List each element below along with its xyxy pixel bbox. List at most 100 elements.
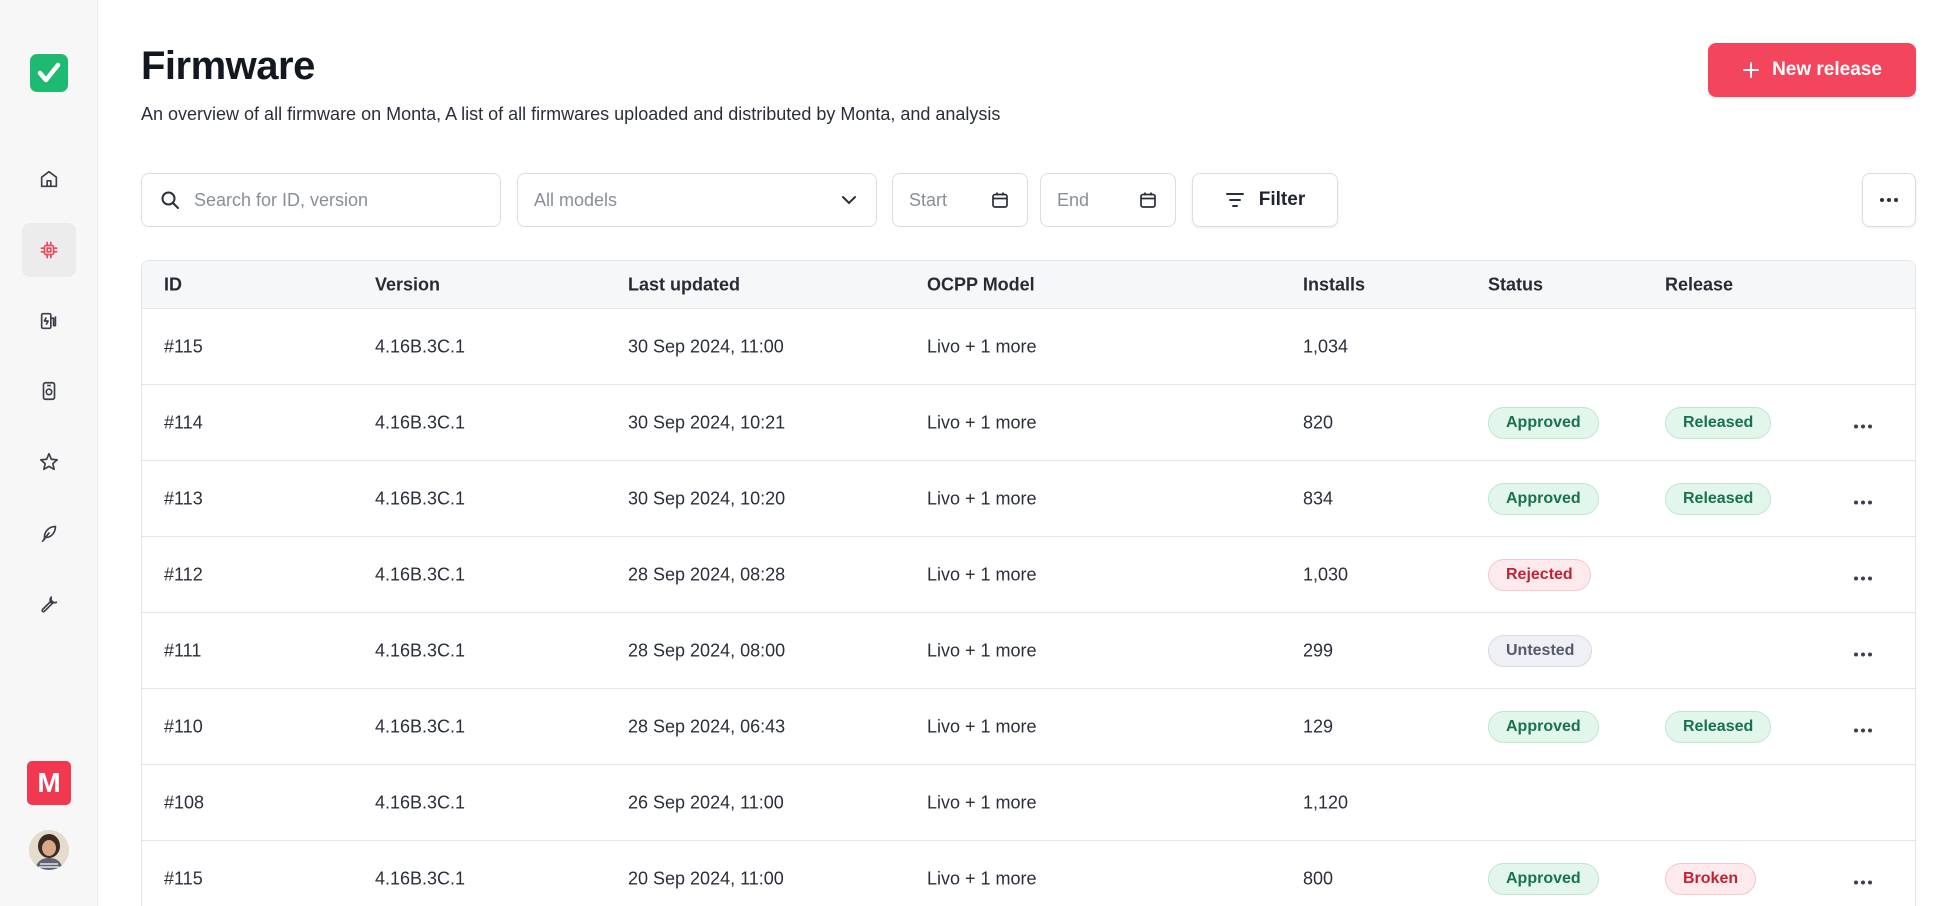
sidebar: M	[0, 0, 98, 906]
row-actions-button[interactable]	[1854, 412, 1872, 433]
header-version[interactable]: Version	[375, 274, 440, 295]
app-root: M Firmware An overview of all firmware o…	[0, 0, 1956, 906]
cell-last-updated: 30 Sep 2024, 10:20	[628, 488, 786, 508]
sidebar-item-favorites[interactable]	[22, 435, 76, 489]
filter-icon	[1225, 193, 1244, 207]
filter-label: Filter	[1258, 189, 1306, 210]
release-badge: Released	[1665, 710, 1772, 743]
table-row[interactable]: #112 4.16B.3C.1 28 Sep 2024, 08:28 Livo + 1…	[142, 537, 1915, 613]
wrench-icon	[41, 596, 58, 613]
brand-logo[interactable]: M	[27, 761, 71, 805]
status-badge: Approved	[1488, 482, 1599, 515]
cell-last-updated: 30 Sep 2024, 11:00	[628, 336, 784, 356]
table-row[interactable]: #115 4.16B.3C.1 20 Sep 2024, 11:00 Livo + 1…	[142, 841, 1915, 906]
sidebar-item-chargers[interactable]	[22, 294, 76, 348]
row-actions-button[interactable]	[1854, 564, 1872, 585]
end-date-input[interactable]: End	[1040, 173, 1176, 227]
checkmark-logo-icon	[37, 62, 61, 83]
calendar-icon	[992, 192, 1008, 208]
sidebar-item-devices[interactable]	[22, 364, 76, 418]
new-release-button[interactable]: New release	[1708, 43, 1916, 97]
sidebar-item-firmware[interactable]	[22, 223, 76, 277]
release-cell: Released	[1665, 710, 1772, 743]
app-logo[interactable]	[30, 54, 68, 92]
models-select[interactable]: All models	[517, 173, 877, 227]
release-badge: Released	[1665, 482, 1772, 515]
home-icon	[40, 170, 58, 188]
cell-installs: 1,030	[1303, 564, 1349, 584]
release-cell: Released	[1665, 482, 1772, 515]
cell-id: #111	[164, 640, 202, 660]
cell-id: #112	[164, 564, 203, 584]
cell-installs: 1,034	[1303, 336, 1349, 356]
table-row[interactable]: #113 4.16B.3C.1 30 Sep 2024, 10:20 Livo + 1…	[142, 461, 1915, 537]
new-release-label: New release	[1772, 59, 1882, 80]
table-row[interactable]: #110 4.16B.3C.1 28 Sep 2024, 06:43 Livo + 1…	[142, 689, 1915, 765]
sidebar-item-tools[interactable]	[22, 577, 76, 631]
header-ocpp-model[interactable]: OCPP Model	[927, 274, 1035, 295]
star-icon	[39, 452, 59, 471]
cell-installs: 1,120	[1303, 792, 1349, 812]
row-actions-button[interactable]	[1854, 868, 1872, 889]
status-badge: Approved	[1488, 406, 1599, 439]
feather-icon	[41, 525, 57, 543]
start-date-placeholder: Start	[909, 189, 948, 210]
more-horizontal-icon	[1880, 198, 1898, 202]
cell-version: 4.16B.3C.1	[375, 792, 466, 812]
cell-id: #108	[164, 792, 205, 812]
search-icon	[161, 191, 179, 209]
end-date-placeholder: End	[1057, 189, 1090, 210]
status-badge: Rejected	[1488, 558, 1591, 591]
cell-version: 4.16B.3C.1	[375, 488, 466, 508]
charger-icon	[40, 312, 57, 330]
release-cell: Released	[1665, 406, 1772, 439]
cell-version: 4.16B.3C.1	[375, 868, 466, 888]
cell-installs: 834	[1303, 488, 1334, 508]
more-horizontal-icon	[1854, 576, 1872, 580]
table-row[interactable]: #114 4.16B.3C.1 30 Sep 2024, 10:21 Livo + 1…	[142, 385, 1915, 461]
search-placeholder: Search for ID, version	[194, 189, 369, 210]
cell-ocpp-model: Livo + 1 more	[927, 868, 1037, 888]
sidebar-item-feather[interactable]	[22, 506, 76, 560]
status-cell: Approved	[1488, 862, 1599, 895]
device-icon	[42, 381, 56, 401]
cell-last-updated: 28 Sep 2024, 08:00	[628, 640, 786, 660]
row-actions-button[interactable]	[1854, 640, 1872, 661]
row-actions-button[interactable]	[1854, 716, 1872, 737]
table-row[interactable]: #108 4.16B.3C.1 26 Sep 2024, 11:00 Livo + 1…	[142, 765, 1915, 841]
user-avatar[interactable]	[29, 830, 69, 870]
cell-version: 4.16B.3C.1	[375, 640, 466, 660]
avatar-image	[29, 830, 69, 870]
status-badge: Untested	[1488, 634, 1593, 667]
cell-installs: 820	[1303, 412, 1334, 432]
row-actions-button[interactable]	[1854, 488, 1872, 509]
page-subtitle: An overview of all firmware on Monta, A …	[141, 104, 1001, 124]
header-release[interactable]: Release	[1665, 274, 1733, 295]
status-cell: Approved	[1488, 710, 1599, 743]
cell-ocpp-model: Livo + 1 more	[927, 792, 1037, 812]
cell-id: #115	[164, 336, 203, 356]
release-badge: Broken	[1665, 862, 1757, 895]
cell-id: #110	[164, 716, 203, 736]
cell-version: 4.16B.3C.1	[375, 716, 466, 736]
release-badge: Released	[1665, 406, 1772, 439]
more-horizontal-icon	[1854, 728, 1872, 732]
search-input[interactable]: Search for ID, version	[141, 173, 501, 227]
header-status[interactable]: Status	[1488, 274, 1543, 295]
cell-ocpp-model: Livo + 1 more	[927, 640, 1037, 660]
cell-ocpp-model: Livo + 1 more	[927, 336, 1037, 356]
table-row[interactable]: #111 4.16B.3C.1 28 Sep 2024, 08:00 Livo + 1…	[142, 613, 1915, 689]
header-last-updated[interactable]: Last updated	[628, 274, 740, 295]
sidebar-item-home[interactable]	[22, 152, 76, 206]
more-options-button[interactable]	[1862, 173, 1916, 227]
header-installs[interactable]: Installs	[1303, 274, 1365, 295]
start-date-input[interactable]: Start	[892, 173, 1028, 227]
status-cell: Approved	[1488, 406, 1599, 439]
header-id[interactable]: ID	[164, 274, 182, 295]
table-row[interactable]: #115 4.16B.3C.1 30 Sep 2024, 11:00 Livo + 1…	[142, 309, 1915, 385]
cell-last-updated: 28 Sep 2024, 06:43	[628, 716, 786, 736]
cell-last-updated: 28 Sep 2024, 08:28	[628, 564, 786, 584]
filter-button[interactable]: Filter	[1192, 173, 1338, 227]
status-badge: Approved	[1488, 862, 1599, 895]
status-badge: Approved	[1488, 710, 1599, 743]
